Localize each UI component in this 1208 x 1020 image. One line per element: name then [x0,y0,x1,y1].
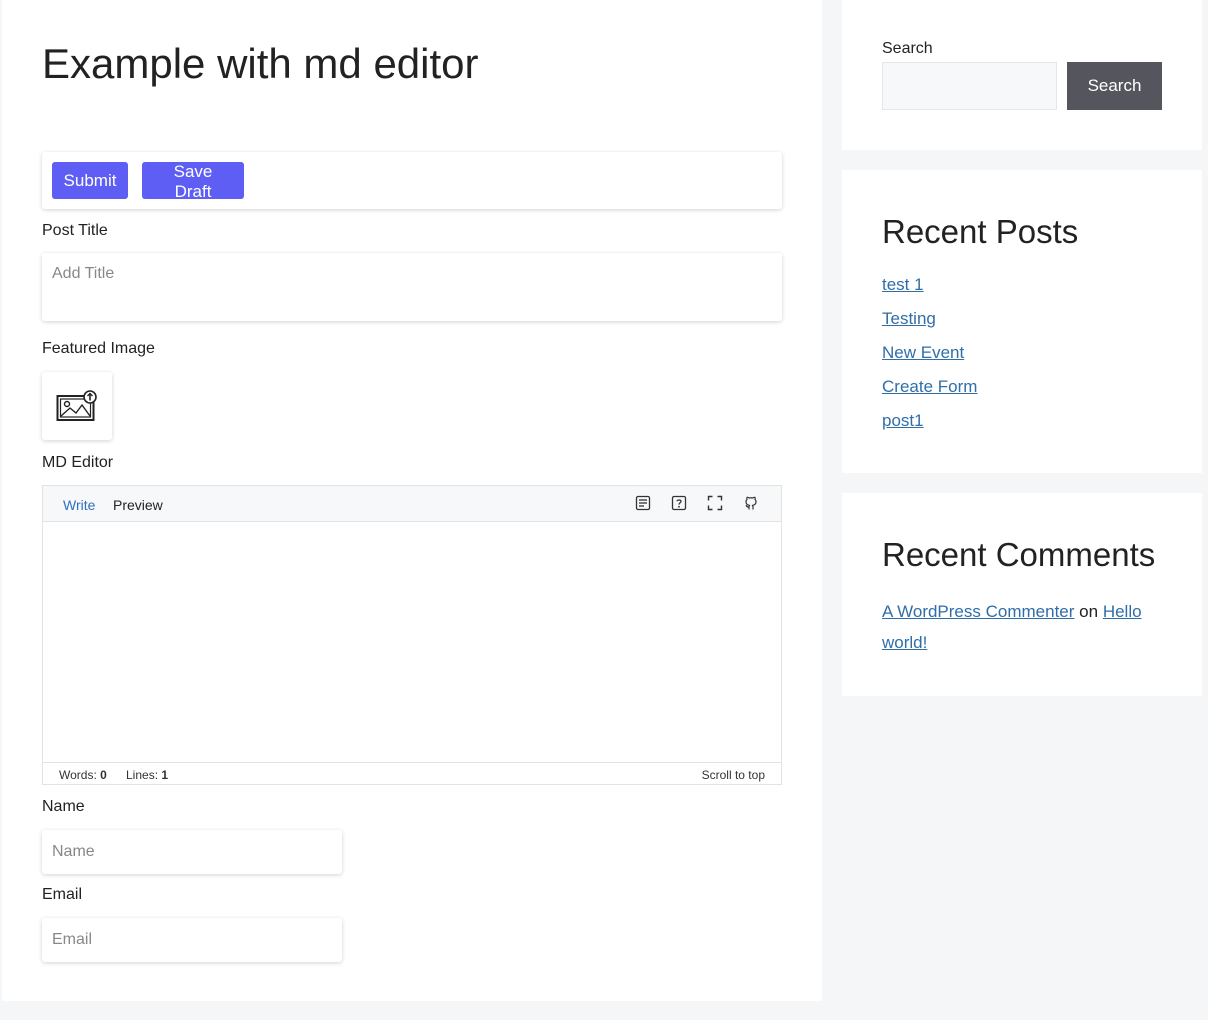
recent-post-link[interactable]: test 1 [882,275,924,294]
tab-preview[interactable]: Preview [113,497,163,513]
recent-post-link[interactable]: Testing [882,309,936,328]
list-item: New Event [882,343,977,377]
line-count: Lines: 1 [126,768,169,782]
tab-write[interactable]: Write [63,497,95,513]
email-input[interactable] [42,918,342,962]
email-label: Email [42,886,83,903]
featured-image-label: Featured Image [42,340,155,357]
markdown-guide-icon[interactable] [635,495,651,511]
recent-post-link[interactable]: Create Form [882,377,977,396]
help-icon[interactable] [671,495,687,511]
md-editor-label: MD Editor [42,454,114,471]
recent-posts-title: Recent Posts [882,213,1079,250]
image-upload-icon [56,390,97,421]
featured-image-upload[interactable] [42,372,112,440]
list-item: post1 [882,411,977,445]
fullscreen-icon[interactable] [707,495,723,511]
md-editor-statusbar: Words: 0 Lines: 1 Scroll to top [43,762,781,784]
search-input[interactable] [882,62,1057,110]
comment-author-link[interactable]: A WordPress Commenter [882,602,1074,621]
comment-on-text: on [1079,602,1099,621]
recent-post-link[interactable]: New Event [882,343,964,362]
recent-comments-title: Recent Comments [882,536,1156,573]
page-title: Example with md editor [42,40,479,87]
save-draft-button[interactable]: Save Draft [142,162,244,201]
post-title-input[interactable] [42,253,782,321]
search-label: Search [882,40,933,57]
recent-posts-widget: Recent Posts test 1 Testing New Event Cr… [842,170,1202,473]
submit-button[interactable]: Submit [52,162,128,199]
recent-comment: A WordPress Commenter on Hello world! [882,596,1172,658]
post-title-label: Post Title [42,222,108,239]
name-label: Name [42,798,85,815]
list-item: Testing [882,309,977,343]
form-toolbar: Submit Save Draft [42,152,782,209]
list-item: Create Form [882,377,977,411]
search-widget: Search Search [842,0,1202,150]
search-button[interactable]: Search [1067,62,1162,110]
name-input[interactable] [42,830,342,874]
md-editor-textarea[interactable] [43,522,781,762]
github-icon[interactable] [743,495,759,511]
scroll-to-top-link[interactable]: Scroll to top [702,768,765,782]
word-count: Words: 0 [59,768,107,782]
md-editor: Write Preview Words: 0 Lines: 1 Scroll t… [42,485,782,785]
md-editor-toolbar: Write Preview [43,486,781,522]
recent-comments-widget: Recent Comments A WordPress Commenter on… [842,493,1202,696]
main-content: Example with md editor Submit Save Draft… [2,0,822,1001]
recent-posts-list: test 1 Testing New Event Create Form pos… [882,275,977,445]
list-item: test 1 [882,275,977,309]
recent-post-link[interactable]: post1 [882,411,924,430]
